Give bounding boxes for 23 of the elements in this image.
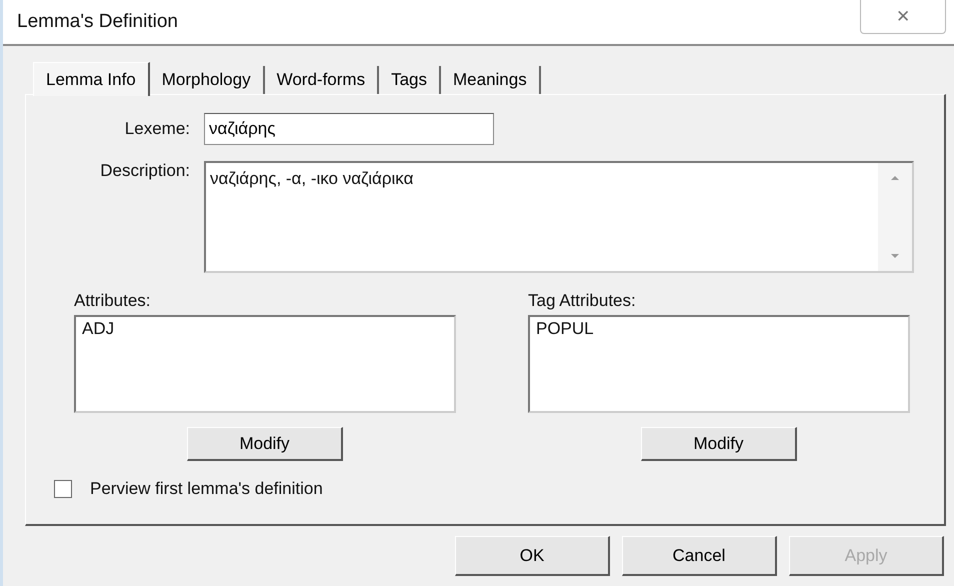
dialog-button[interactable]: Cancel: [622, 536, 777, 576]
checkbox[interactable]: [54, 480, 72, 498]
lexeme-label: Lexeme:: [124, 119, 190, 139]
list-label: Attributes:: [74, 291, 152, 311]
scroll-down-icon[interactable]: [890, 253, 900, 259]
modify-button[interactable]: Modify: [641, 427, 797, 461]
list-box[interactable]: POPUL: [528, 315, 910, 413]
modify-button[interactable]: Modify: [187, 427, 343, 461]
checkbox-label: Perview first lemma's definition: [90, 479, 323, 499]
scroll-up-icon[interactable]: [890, 175, 900, 181]
list-box[interactable]: ADJ: [74, 315, 456, 413]
lexeme-field[interactable]: ναζιάρης: [204, 113, 494, 145]
description-field[interactable]: ναζιάρης, -α, -ικο ναζιάρικα: [204, 161, 914, 273]
list-item[interactable]: ADJ: [82, 319, 114, 339]
scrollbar[interactable]: [878, 163, 912, 271]
window-title: Lemma's Definition: [17, 11, 178, 33]
list-item[interactable]: POPUL: [536, 319, 594, 339]
dialog-button[interactable]: OK: [455, 536, 610, 576]
tab[interactable]: Lemma Info: [33, 62, 150, 96]
description-text: ναζιάρης, -α, -ικο ναζιάρικα: [209, 168, 414, 190]
close-button[interactable]: ✕: [860, 0, 946, 34]
list-label: Tag Attributes:: [528, 291, 637, 311]
description-label: Description:: [99, 161, 190, 182]
